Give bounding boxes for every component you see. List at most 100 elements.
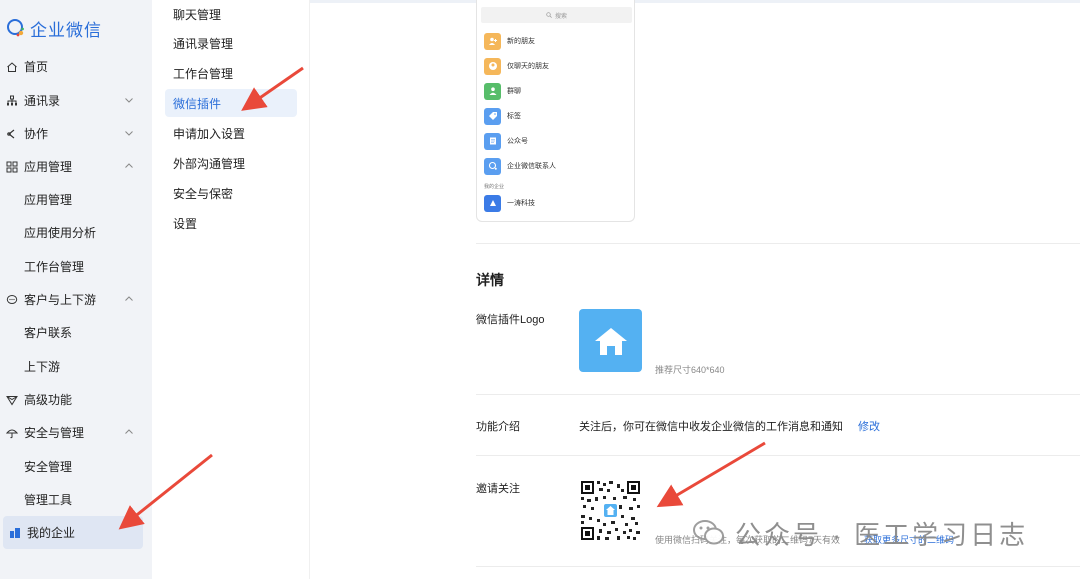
menu-item-chat-management[interactable]: 聊天管理 bbox=[165, 0, 297, 28]
menu-item-security-privacy[interactable]: 安全与保密 bbox=[165, 179, 297, 207]
menu-item-label: 工作台管理 bbox=[173, 66, 234, 81]
intro-label: 功能介绍 bbox=[476, 421, 520, 433]
divider bbox=[476, 566, 1080, 567]
company-logo-icon bbox=[484, 194, 501, 212]
enterprise-icon bbox=[8, 526, 22, 540]
sidebar-item-label: 首页 bbox=[24, 60, 49, 74]
watermark-text: 公众号 · 医工学习日志 bbox=[735, 519, 1029, 550]
sidebar-item-label: 客户联系 bbox=[24, 326, 73, 340]
sidebar-item-advanced[interactable]: 高级功能 bbox=[0, 383, 150, 416]
preview-row-label: 群聊 bbox=[507, 88, 521, 95]
invite-label: 邀请关注 bbox=[476, 483, 520, 495]
sidebar-item-label: 应用管理 bbox=[24, 193, 73, 207]
wechat-logo-icon bbox=[693, 520, 724, 545]
preview-row-label: 一涛科技 bbox=[507, 200, 535, 207]
logo-label: 微信插件Logo bbox=[476, 314, 545, 326]
preview-row-label: 仅聊天的朋友 bbox=[507, 63, 549, 70]
sidebar-item-app-list[interactable]: 应用管理 bbox=[0, 183, 150, 216]
search-icon bbox=[546, 12, 552, 18]
chevron-up-icon bbox=[125, 429, 133, 434]
preview-row-official-accounts: 公众号 bbox=[484, 131, 528, 151]
preview-row-group-chats: 群聊 bbox=[484, 81, 521, 101]
home-icon bbox=[594, 327, 627, 355]
sidebar-item-upstream-downstream[interactable]: 上下游 bbox=[0, 350, 150, 383]
qr-code[interactable] bbox=[579, 479, 642, 542]
watermark: 公众号 · 医工学习日志 bbox=[693, 515, 1028, 551]
divider bbox=[476, 243, 1080, 244]
sidebar-item-home[interactable]: 首页 bbox=[0, 50, 150, 83]
menu-item-settings[interactable]: 设置 bbox=[165, 209, 297, 237]
diamond-icon bbox=[5, 393, 19, 407]
chat-bubble-icon bbox=[5, 293, 19, 307]
sidebar-item-label: 安全管理 bbox=[24, 460, 73, 474]
add-friend-icon bbox=[484, 32, 501, 50]
intro-text: 关注后，你可在微信中收发企业微信的工作消息和通知 bbox=[579, 421, 843, 433]
preview-row-company: 一涛科技 bbox=[484, 193, 535, 213]
chevron-up-icon bbox=[125, 296, 133, 301]
chevron-up-icon bbox=[125, 163, 133, 168]
sidebar-item-customers[interactable]: 客户与上下游 bbox=[0, 283, 150, 316]
menu-item-external-communication[interactable]: 外部沟通管理 bbox=[165, 149, 297, 177]
chat-friend-icon bbox=[484, 57, 501, 75]
sidebar-item-security[interactable]: 安全管理 bbox=[0, 450, 150, 483]
sidebar-item-app-management[interactable]: 应用管理 bbox=[0, 150, 150, 183]
sidebar-item-label: 应用使用分析 bbox=[24, 226, 97, 240]
sidebar-item-label: 客户与上下游 bbox=[24, 293, 97, 307]
preview-search-placeholder: 搜索 bbox=[554, 13, 567, 20]
preview-row-label: 新的朋友 bbox=[507, 38, 535, 45]
menu-item-contacts-management[interactable]: 通讯录管理 bbox=[165, 29, 297, 57]
edit-intro-link[interactable]: 修改 bbox=[858, 418, 880, 434]
preview-row-wecom-contacts: 企业微信联系人 bbox=[484, 156, 556, 176]
sidebar-item-label: 应用管理 bbox=[24, 160, 73, 174]
menu-item-wechat-plugin[interactable]: 微信插件 bbox=[165, 89, 297, 117]
details-title: 详情 bbox=[476, 272, 504, 288]
preview-section-label: 我的企业 bbox=[484, 184, 505, 190]
menu-item-label: 聊天管理 bbox=[173, 7, 222, 22]
divider bbox=[476, 394, 1080, 395]
menu-item-join-settings[interactable]: 申请加入设置 bbox=[165, 119, 297, 147]
preview-search-bar: 搜索 bbox=[481, 7, 632, 23]
sidebar-item-label: 我的企业 bbox=[27, 526, 76, 540]
preview-row-label: 标签 bbox=[507, 113, 521, 120]
sidebar-item-app-analytics[interactable]: 应用使用分析 bbox=[0, 216, 150, 249]
sidebar-item-label: 通讯录 bbox=[24, 94, 61, 108]
brand[interactable]: 企业微信 bbox=[6, 16, 102, 40]
official-account-icon bbox=[484, 132, 501, 150]
home-icon bbox=[5, 60, 19, 74]
sidebar-item-my-enterprise[interactable]: 我的企业 bbox=[3, 516, 143, 549]
menu-item-label: 安全与保密 bbox=[173, 186, 234, 201]
sidebar-item-workbench[interactable]: 工作台管理 bbox=[0, 250, 150, 283]
menu-item-label: 微信插件 bbox=[173, 96, 222, 111]
divider bbox=[476, 455, 1080, 456]
sidebar-item-label: 高级功能 bbox=[24, 393, 73, 407]
sidebar-item-security-management[interactable]: 安全与管理 bbox=[0, 416, 150, 449]
logo-size-hint: 推荐尺寸640*640 bbox=[655, 365, 725, 375]
umbrella-icon bbox=[5, 426, 19, 440]
sidebar-item-collaboration[interactable]: 协作 bbox=[0, 117, 150, 150]
sidebar-item-customer-contact[interactable]: 客户联系 bbox=[0, 316, 150, 349]
preview-row-tags: 标签 bbox=[484, 106, 521, 126]
sidebar-item-label: 上下游 bbox=[24, 360, 61, 374]
arrow-to-qr-code bbox=[656, 441, 766, 508]
sidebar: 企业微信 首页 通讯录 协作 应用管理 应用管理 应用使用分析 工作台管理 客户… bbox=[0, 0, 152, 579]
tag-icon bbox=[484, 107, 501, 125]
menu-item-label: 申请加入设置 bbox=[173, 126, 246, 141]
apps-grid-icon bbox=[5, 160, 19, 174]
wecom-logo-icon bbox=[7, 19, 24, 37]
preview-row-label: 公众号 bbox=[507, 138, 528, 145]
menu-item-workbench-management[interactable]: 工作台管理 bbox=[165, 59, 297, 87]
sidebar-item-tools[interactable]: 管理工具 bbox=[0, 483, 150, 516]
sidebar-item-contacts[interactable]: 通讯录 bbox=[0, 84, 150, 117]
sidebar-item-label: 管理工具 bbox=[24, 493, 73, 507]
menu-item-label: 通讯录管理 bbox=[173, 36, 234, 51]
settings-menu: 聊天管理 通讯录管理 工作台管理 微信插件 申请加入设置 外部沟通管理 安全与保… bbox=[152, 0, 310, 579]
collaboration-icon bbox=[5, 127, 19, 141]
chevron-down-icon bbox=[125, 131, 133, 136]
group-icon bbox=[484, 82, 501, 100]
sidebar-item-label: 安全与管理 bbox=[24, 426, 85, 440]
brand-name: 企业微信 bbox=[30, 20, 102, 40]
sidebar-item-label: 协作 bbox=[24, 127, 49, 141]
plugin-logo[interactable] bbox=[579, 309, 642, 372]
preview-row-label: 企业微信联系人 bbox=[507, 163, 556, 170]
org-chart-icon bbox=[5, 94, 19, 108]
